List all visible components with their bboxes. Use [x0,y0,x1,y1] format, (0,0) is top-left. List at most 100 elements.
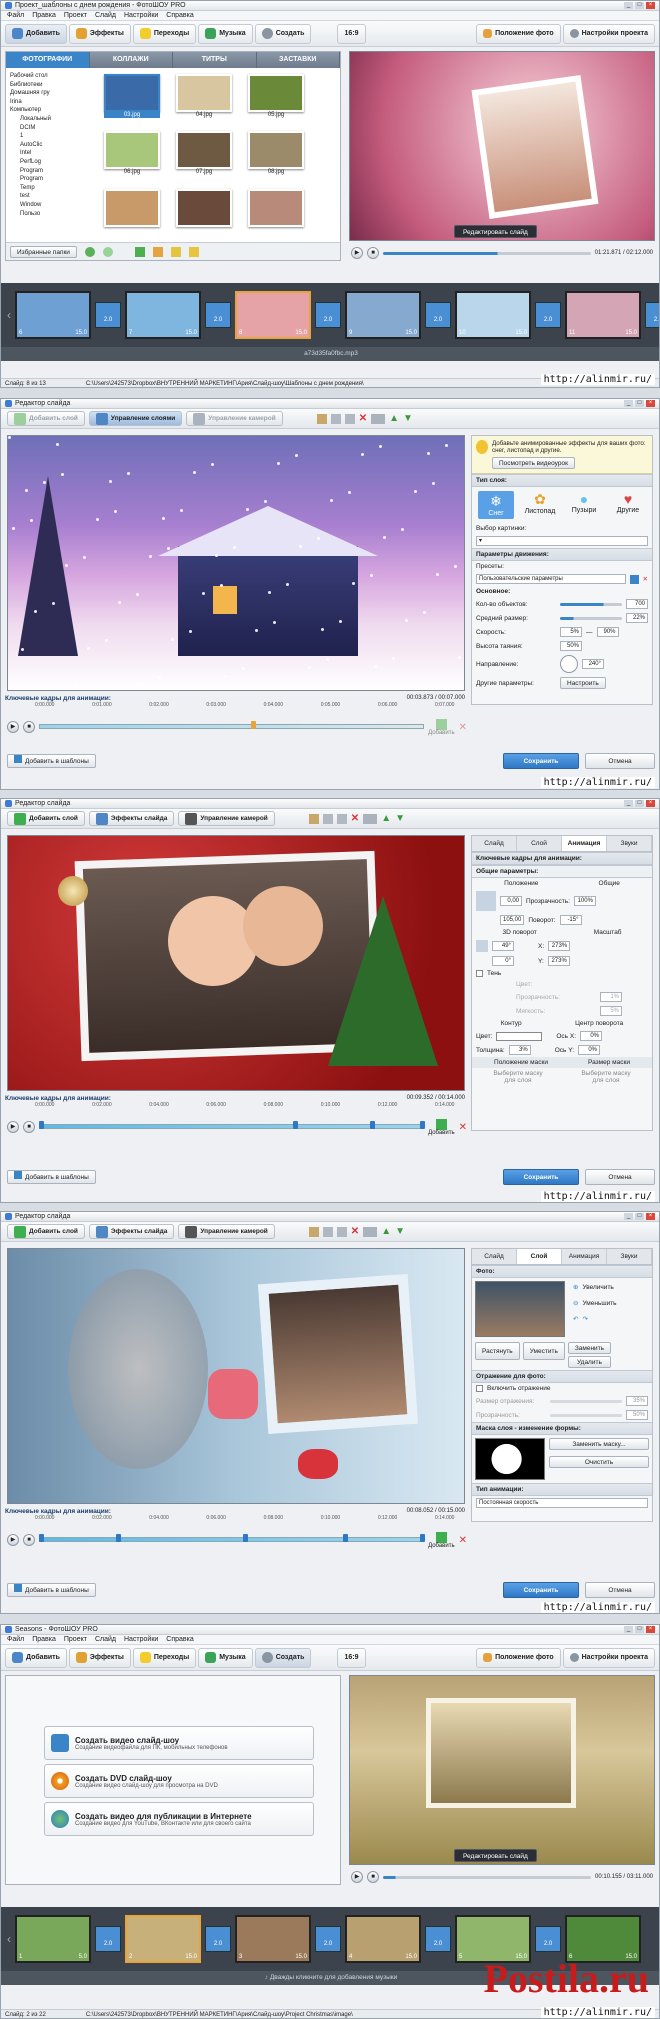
transition-tile[interactable]: 2.0 [205,302,231,328]
layer-up-icon[interactable]: ▲ [381,813,391,824]
paste-icon[interactable] [336,1226,347,1237]
keyframe-marker[interactable] [39,1121,44,1129]
tab-collages[interactable]: КОЛЛАЖИ [90,52,173,68]
keyframe-marker[interactable] [243,1534,249,1542]
tree-item[interactable]: Рабочий стол [8,72,88,81]
scroll-left-icon[interactable]: ‹ [7,1932,11,1946]
paste-icon[interactable] [336,813,347,824]
transition-tile[interactable]: 2.0 [95,1926,121,1952]
zoom-out-icon[interactable]: ⊖ [573,1299,578,1307]
zoom-in-icon[interactable]: ⊕ [573,1283,578,1291]
aspect-ratio-button[interactable]: 16:9 [337,1647,366,1668]
add-keyframe-button[interactable]: Добавить [428,1118,455,1136]
animation-type-select[interactable]: Постоянная скорость [476,1498,648,1508]
tab-layer[interactable]: Слой [517,836,562,851]
cancel-button[interactable]: Отмена [585,753,655,769]
menu-file[interactable]: Файл [7,12,24,19]
keyframe-marker[interactable] [293,1121,299,1129]
slide-thumbnail[interactable]: 4 15.0 [345,1915,421,1963]
favorite-folders-button[interactable]: Избранные папки [10,245,77,258]
tab-effects[interactable]: Эффекты [68,23,131,44]
tree-item[interactable]: test [8,192,88,201]
menu-help[interactable]: Справка [166,1636,193,1643]
close-icon[interactable]: × [646,1213,655,1220]
delete-icon[interactable]: ✕ [351,1226,359,1237]
slide-thumbnail[interactable]: 11 15.0 [565,291,641,339]
presets-select[interactable]: Пользовательские параметры [476,574,626,584]
stretch-button[interactable]: Растянуть [475,1342,520,1360]
direction-dial[interactable] [560,655,578,673]
direction-input[interactable]: 240° [582,659,604,669]
count-slider[interactable] [560,602,622,606]
keyframe-marker[interactable] [420,1534,426,1542]
scale-y-input[interactable]: 273% [547,956,570,966]
tree-item[interactable]: 1 [8,132,88,141]
zoom-in-label[interactable]: Увеличить [582,1284,613,1291]
add-up-icon[interactable] [152,246,163,257]
add-keyframe-button[interactable]: Добавить [428,718,455,736]
rotate-right-icon[interactable]: ↷ [582,1315,587,1323]
create-dvd-option[interactable]: Создать DVD слайд-шоу Создание видео слай… [44,1764,314,1798]
aspect-ratio-button[interactable]: 16:9 [337,23,366,44]
keyframe-track[interactable] [39,1537,425,1542]
save-preset-icon[interactable] [629,574,639,584]
shadow-checkbox[interactable] [476,970,483,977]
reflection-opacity-input[interactable]: 50% [626,1410,648,1420]
type-snow[interactable]: ❄ Снег [478,491,514,519]
tab-add[interactable]: Добавить [5,23,67,44]
file-thumb[interactable]: 07.jpg [176,131,232,182]
rotation-input[interactable]: -15° [559,915,582,925]
scale-x-input[interactable]: 273% [548,941,571,951]
file-thumb[interactable] [248,188,304,234]
stop-icon[interactable]: ■ [367,1871,379,1883]
tree-item[interactable]: Библиотеки [8,81,88,90]
tab-music[interactable]: Музыка [198,23,253,44]
tab-sounds[interactable]: Звуки [607,836,652,851]
size-input[interactable]: 22% [626,613,648,623]
file-thumb[interactable]: 08.jpg [248,131,304,182]
menu-settings[interactable]: Настройки [124,1636,158,1643]
keyframe-marker[interactable] [370,1121,376,1129]
slide-thumbnail[interactable]: 7 15.0 [125,291,201,339]
minimize-icon[interactable]: _ [624,1626,633,1633]
create-web-option[interactable]: Создать видео для публикации в Интернете… [44,1802,314,1836]
keyframe-marker[interactable] [116,1534,122,1542]
delete-icon[interactable]: ✕ [351,813,359,824]
play-icon[interactable]: ▶ [7,1121,19,1133]
align-icon[interactable] [363,813,378,824]
stop-icon[interactable]: ■ [23,1121,35,1133]
tree-item[interactable]: AutoClic [8,141,88,150]
file-thumb[interactable]: 06.jpg [104,131,160,182]
keyframe-track[interactable] [39,1124,425,1129]
layer-up-icon[interactable]: ▲ [381,1226,391,1237]
file-thumb[interactable] [176,188,232,234]
slide-thumbnail[interactable]: 2 15.0 [125,1915,201,1963]
add-layer-button[interactable]: Добавить слой [7,411,85,426]
playhead[interactable] [250,721,256,729]
menu-help[interactable]: Справка [166,12,193,19]
tab-photos[interactable]: ФОТОГРАФИИ [6,52,90,68]
tab-animation[interactable]: Анимация [562,836,607,851]
menu-settings[interactable]: Настройки [124,12,158,19]
tab-animation[interactable]: Анимация [562,1249,607,1264]
tab-add[interactable]: Добавить [5,1647,67,1668]
delete-preset-icon[interactable]: ✕ [643,575,648,583]
file-thumb[interactable] [104,188,160,234]
add-to-templates-button[interactable]: Добавить в шаблоны [7,1583,96,1597]
slide-effects-button[interactable]: Эффекты слайда [88,1224,175,1239]
axis-x-input[interactable]: 0% [580,1031,603,1041]
play-icon[interactable]: ▶ [7,1534,19,1546]
menu-slide[interactable]: Слайд [95,1636,116,1643]
play-icon[interactable]: ▶ [351,1871,363,1883]
zoom-out-label[interactable]: Уменьшить [582,1300,616,1307]
delete-keyframe-icon[interactable]: ✕ [459,1122,467,1133]
maximize-icon[interactable]: □ [635,1626,644,1633]
tab-effects[interactable]: Эффекты [68,1647,131,1668]
file-thumb[interactable]: 03.jpg [104,74,160,125]
stop-icon[interactable]: ■ [367,247,379,259]
layer-down-icon[interactable]: ▼ [395,1226,405,1237]
stop-icon[interactable]: ■ [23,721,35,733]
menu-file[interactable]: Файл [7,1636,24,1643]
count-input[interactable]: 700 [626,599,648,609]
maximize-icon[interactable]: □ [635,2,644,9]
